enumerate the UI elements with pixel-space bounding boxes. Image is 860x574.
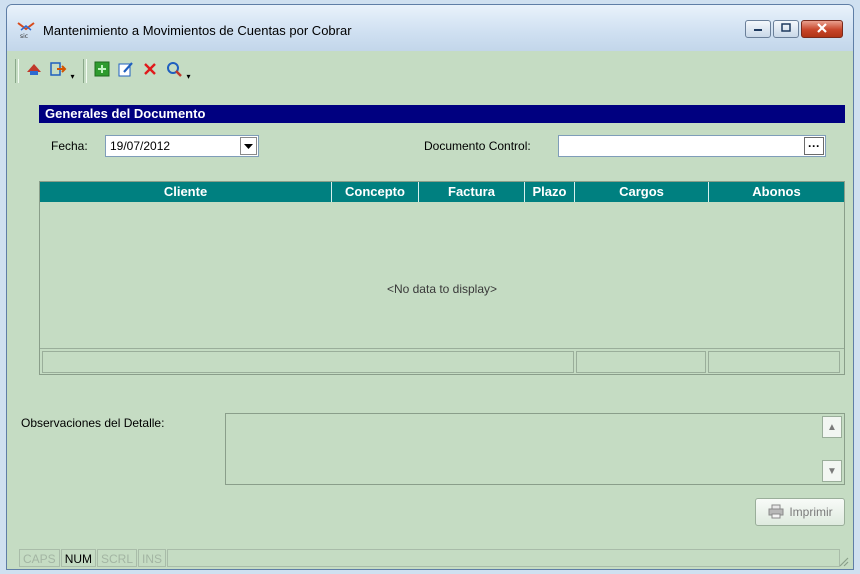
export-dropdown[interactable]: ▾ <box>69 71 76 81</box>
return-icon <box>24 59 44 82</box>
status-caps: CAPS <box>19 549 60 567</box>
arrow-up-icon: ▲ <box>827 421 837 433</box>
new-record-button[interactable] <box>91 59 113 81</box>
close-icon <box>816 22 828 37</box>
column-header-cliente[interactable]: Cliente <box>40 182 332 202</box>
toolbar-separator <box>83 59 87 83</box>
documento-control-label: Documento Control: <box>424 139 531 153</box>
grid-header: Cliente Concepto Factura Plazo Cargos Ab… <box>40 182 844 202</box>
fecha-label: Fecha: <box>51 139 88 153</box>
search-icon <box>164 59 184 82</box>
printer-icon <box>767 503 785 522</box>
documento-control-browse-button[interactable]: ··· <box>804 137 824 155</box>
documento-control-input[interactable]: ··· <box>558 135 826 157</box>
column-header-plazo[interactable]: Plazo <box>525 182 575 202</box>
chevron-down-icon: ▾ <box>70 72 75 81</box>
close-button[interactable] <box>801 20 843 38</box>
title-bar[interactable]: sic Mantenimiento a Movimientos de Cuent… <box>7 5 853 51</box>
minimize-icon <box>753 22 763 36</box>
search-dropdown[interactable]: ▾ <box>185 71 192 81</box>
status-message <box>167 549 840 567</box>
export-icon <box>48 59 68 82</box>
grid-empty-message: <No data to display> <box>386 282 498 296</box>
ellipsis-icon: ··· <box>808 139 820 153</box>
main-window: sic Mantenimiento a Movimientos de Cuent… <box>6 4 854 570</box>
footer-cell-abonos-total <box>708 351 840 373</box>
status-scrl: SCRL <box>97 549 138 567</box>
observaciones-textarea[interactable]: ▲ ▼ <box>225 413 845 485</box>
arrow-down-icon: ▼ <box>827 465 837 477</box>
print-button[interactable]: Imprimir <box>755 498 845 526</box>
delete-icon <box>142 61 158 80</box>
column-header-abonos[interactable]: Abonos <box>709 182 844 202</box>
app-icon: sic <box>17 21 35 40</box>
grid-footer <box>40 348 844 375</box>
export-button[interactable] <box>47 59 69 81</box>
status-bar: CAPS NUM SCRL INS <box>19 549 841 569</box>
return-button[interactable] <box>23 59 45 81</box>
footer-cell-main <box>42 351 574 373</box>
fecha-date-picker[interactable]: 19/07/2012 <box>105 135 259 157</box>
edit-icon <box>117 60 135 81</box>
section-header: Generales del Documento <box>39 105 845 123</box>
print-button-label: Imprimir <box>789 505 833 519</box>
maximize-button[interactable] <box>773 20 799 38</box>
chevron-down-icon <box>244 136 253 156</box>
status-ins: INS <box>138 549 167 567</box>
fecha-value: 19/07/2012 <box>110 139 171 153</box>
svg-text:sic: sic <box>20 33 28 39</box>
new-record-icon <box>93 60 111 81</box>
status-num: NUM <box>60 549 97 567</box>
scroll-down-button[interactable]: ▼ <box>822 460 842 482</box>
resize-grip-icon[interactable] <box>837 555 849 567</box>
observaciones-scrollbar[interactable]: ▲ ▼ <box>822 416 842 482</box>
window-controls <box>743 20 843 40</box>
fecha-dropdown-button[interactable] <box>240 137 257 155</box>
maximize-icon <box>781 22 791 36</box>
observaciones-label: Observaciones del Detalle: <box>21 416 165 430</box>
delete-button[interactable] <box>139 59 161 81</box>
minimize-button[interactable] <box>745 20 771 38</box>
detail-grid[interactable]: Cliente Concepto Factura Plazo Cargos Ab… <box>39 181 845 375</box>
toolbar-grip[interactable] <box>15 59 19 83</box>
column-header-factura[interactable]: Factura <box>419 182 525 202</box>
chevron-down-icon: ▾ <box>186 72 191 81</box>
column-header-cargos[interactable]: Cargos <box>575 182 709 202</box>
search-button[interactable] <box>163 59 185 81</box>
window-title: Mantenimiento a Movimientos de Cuentas p… <box>43 23 352 38</box>
footer-cell-cargos-total <box>576 351 706 373</box>
toolbar: ▾ ▾ <box>13 51 849 87</box>
column-header-concepto[interactable]: Concepto <box>332 182 419 202</box>
scroll-up-button[interactable]: ▲ <box>822 416 842 438</box>
edit-button[interactable] <box>115 59 137 81</box>
